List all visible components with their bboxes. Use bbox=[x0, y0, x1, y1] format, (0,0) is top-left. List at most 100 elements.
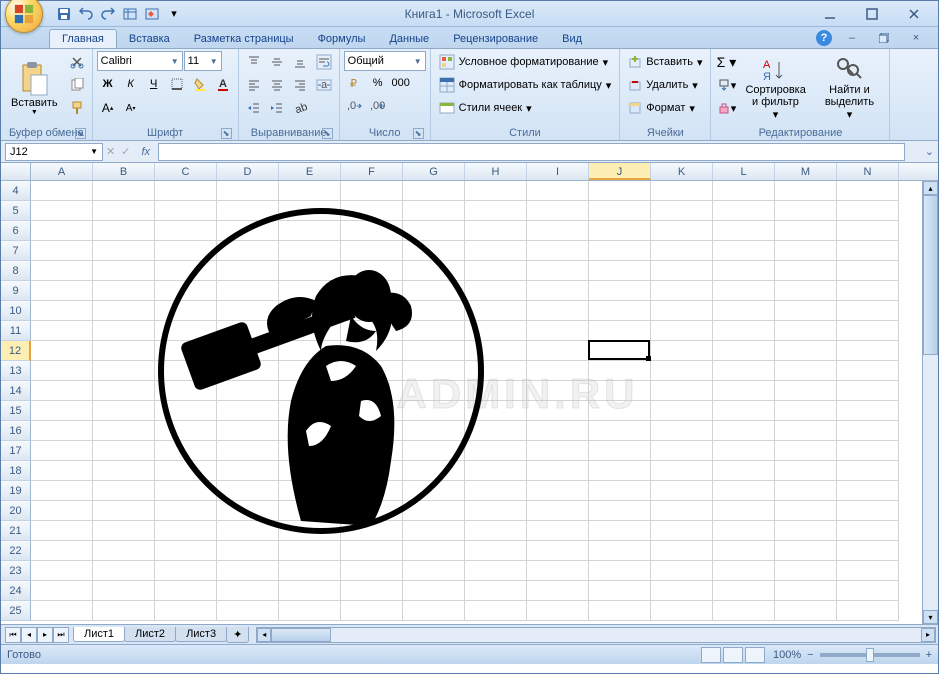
cell-L10[interactable] bbox=[713, 301, 775, 321]
page-break-view-button[interactable] bbox=[745, 647, 765, 663]
cell-A24[interactable] bbox=[31, 581, 93, 601]
workbook-minimize-button[interactable]: – bbox=[840, 28, 864, 48]
cell-M9[interactable] bbox=[775, 281, 837, 301]
cell-D23[interactable] bbox=[217, 561, 279, 581]
conditional-formatting-button[interactable]: Условное форматирование ▾ bbox=[435, 51, 616, 73]
cell-E4[interactable] bbox=[279, 181, 341, 201]
cell-B18[interactable] bbox=[93, 461, 155, 481]
cell-H24[interactable] bbox=[465, 581, 527, 601]
cell-A16[interactable] bbox=[31, 421, 93, 441]
cell-N10[interactable] bbox=[837, 301, 899, 321]
paste-button[interactable]: Вставить ▼ bbox=[5, 51, 64, 126]
cancel-formula-icon[interactable]: ✕ bbox=[103, 145, 118, 158]
cell-L16[interactable] bbox=[713, 421, 775, 441]
cell-J13[interactable] bbox=[589, 361, 651, 381]
page-layout-view-button[interactable] bbox=[723, 647, 743, 663]
cell-I14[interactable] bbox=[527, 381, 589, 401]
cell-B22[interactable] bbox=[93, 541, 155, 561]
cell-K4[interactable] bbox=[651, 181, 713, 201]
cell-A23[interactable] bbox=[31, 561, 93, 581]
cell-K5[interactable] bbox=[651, 201, 713, 221]
cell-C22[interactable] bbox=[155, 541, 217, 561]
undo-icon[interactable] bbox=[77, 5, 95, 23]
cell-L20[interactable] bbox=[713, 501, 775, 521]
column-header-L[interactable]: L bbox=[713, 163, 775, 180]
column-header-J[interactable]: J bbox=[589, 163, 651, 180]
cell-I5[interactable] bbox=[527, 201, 589, 221]
cell-K23[interactable] bbox=[651, 561, 713, 581]
cell-L4[interactable] bbox=[713, 181, 775, 201]
sheet-next-button[interactable]: ▸ bbox=[37, 627, 53, 643]
workbook-close-button[interactable]: × bbox=[904, 28, 928, 48]
cell-M24[interactable] bbox=[775, 581, 837, 601]
qat-custom2-icon[interactable] bbox=[143, 5, 161, 23]
cell-L25[interactable] bbox=[713, 601, 775, 621]
cell-L12[interactable] bbox=[713, 341, 775, 361]
cell-J21[interactable] bbox=[589, 521, 651, 541]
cell-B19[interactable] bbox=[93, 481, 155, 501]
tab-data[interactable]: Данные bbox=[377, 30, 441, 48]
font-color-icon[interactable]: A bbox=[212, 73, 234, 95]
cell-H25[interactable] bbox=[465, 601, 527, 621]
cell-F22[interactable] bbox=[341, 541, 403, 561]
italic-button[interactable]: К bbox=[120, 73, 142, 95]
cell-styles-button[interactable]: Стили ячеек ▾ bbox=[435, 97, 616, 119]
cell-I23[interactable] bbox=[527, 561, 589, 581]
cell-N18[interactable] bbox=[837, 461, 899, 481]
cell-A5[interactable] bbox=[31, 201, 93, 221]
cell-L21[interactable] bbox=[713, 521, 775, 541]
cell-I7[interactable] bbox=[527, 241, 589, 261]
cell-N5[interactable] bbox=[837, 201, 899, 221]
cell-M10[interactable] bbox=[775, 301, 837, 321]
row-header-12[interactable]: 12 bbox=[1, 341, 31, 361]
name-box[interactable]: J12▼ bbox=[5, 143, 103, 161]
fill-icon[interactable]: ▾ bbox=[715, 74, 737, 96]
cell-N19[interactable] bbox=[837, 481, 899, 501]
tab-page-layout[interactable]: Разметка страницы bbox=[182, 30, 306, 48]
row-header-4[interactable]: 4 bbox=[1, 181, 31, 201]
cell-A25[interactable] bbox=[31, 601, 93, 621]
column-header-C[interactable]: C bbox=[155, 163, 217, 180]
row-header-11[interactable]: 11 bbox=[1, 321, 31, 341]
column-header-D[interactable]: D bbox=[217, 163, 279, 180]
cell-K7[interactable] bbox=[651, 241, 713, 261]
cell-K22[interactable] bbox=[651, 541, 713, 561]
cell-K17[interactable] bbox=[651, 441, 713, 461]
cell-N16[interactable] bbox=[837, 421, 899, 441]
scroll-left-button[interactable]: ◂ bbox=[257, 628, 271, 642]
cell-E24[interactable] bbox=[279, 581, 341, 601]
cell-B13[interactable] bbox=[93, 361, 155, 381]
cell-J24[interactable] bbox=[589, 581, 651, 601]
cell-J22[interactable] bbox=[589, 541, 651, 561]
cell-I22[interactable] bbox=[527, 541, 589, 561]
cell-N9[interactable] bbox=[837, 281, 899, 301]
row-header-20[interactable]: 20 bbox=[1, 501, 31, 521]
cell-M11[interactable] bbox=[775, 321, 837, 341]
cell-J7[interactable] bbox=[589, 241, 651, 261]
cell-J11[interactable] bbox=[589, 321, 651, 341]
fill-color-icon[interactable] bbox=[189, 73, 211, 95]
align-left-icon[interactable] bbox=[243, 74, 265, 96]
cell-A21[interactable] bbox=[31, 521, 93, 541]
cell-M19[interactable] bbox=[775, 481, 837, 501]
row-header-21[interactable]: 21 bbox=[1, 521, 31, 541]
cell-I20[interactable] bbox=[527, 501, 589, 521]
format-painter-icon[interactable] bbox=[66, 97, 88, 119]
grow-font-icon[interactable]: A▴ bbox=[97, 97, 119, 119]
format-cells-button[interactable]: Формат ▾ bbox=[624, 97, 706, 119]
cell-F25[interactable] bbox=[341, 601, 403, 621]
increase-indent-icon[interactable] bbox=[266, 97, 288, 119]
column-header-G[interactable]: G bbox=[403, 163, 465, 180]
cell-K6[interactable] bbox=[651, 221, 713, 241]
redo-icon[interactable] bbox=[99, 5, 117, 23]
cell-J8[interactable] bbox=[589, 261, 651, 281]
cell-M25[interactable] bbox=[775, 601, 837, 621]
cell-K16[interactable] bbox=[651, 421, 713, 441]
cell-I13[interactable] bbox=[527, 361, 589, 381]
cell-L23[interactable] bbox=[713, 561, 775, 581]
sheet-prev-button[interactable]: ◂ bbox=[21, 627, 37, 643]
zoom-out-button[interactable]: − bbox=[807, 649, 813, 661]
row-header-5[interactable]: 5 bbox=[1, 201, 31, 221]
cell-N14[interactable] bbox=[837, 381, 899, 401]
cell-K10[interactable] bbox=[651, 301, 713, 321]
